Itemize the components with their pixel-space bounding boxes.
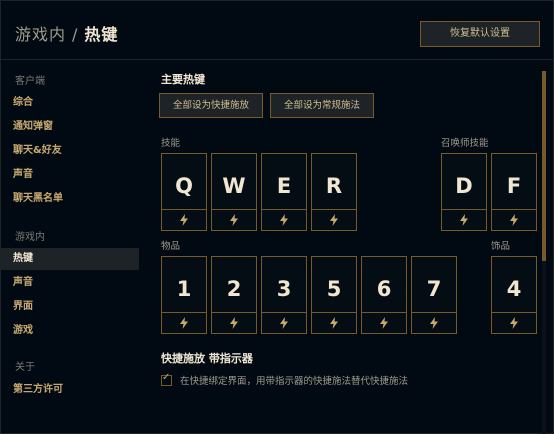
lightning-bolt-icon[interactable] — [262, 210, 306, 230]
lightning-bolt-icon[interactable] — [412, 313, 456, 333]
scrollbar[interactable] — [542, 71, 546, 434]
item-key-5[interactable]: 5 — [311, 256, 357, 334]
breadcrumb-parent[interactable]: 游戏内 — [15, 25, 66, 44]
breadcrumb: 游戏内 / 热键 — [15, 21, 118, 45]
sidebar-item-game[interactable]: 游戏 — [1, 320, 139, 342]
abilities-label: 技能 — [161, 138, 181, 149]
ability-key-r[interactable]: R — [311, 153, 357, 231]
lightning-bolt-icon[interactable] — [362, 313, 406, 333]
key-label: 5 — [326, 277, 342, 301]
key-label: Q — [175, 174, 193, 198]
quickcast-indicator-checkbox[interactable]: ✓ — [161, 371, 172, 386]
quickcast-indicator-label: 在快捷绑定界面，用带指示器的快捷施法替代快捷施法 — [180, 376, 409, 387]
key-label: F — [506, 174, 522, 198]
quickcast-indicator-heading: 快捷施放 带指示器 — [161, 352, 253, 365]
item-key-6[interactable]: 6 — [361, 256, 407, 334]
main-hotkeys-heading: 主要热键 — [161, 73, 205, 86]
key-label: 3 — [276, 277, 292, 301]
set-all-quickcast-button[interactable]: 全部设为快捷施放 — [159, 93, 263, 118]
key-label: D — [455, 174, 473, 198]
sidebar-section-about: 关于 — [15, 362, 35, 373]
lightning-bolt-icon[interactable] — [492, 210, 536, 230]
item-key-1[interactable]: 1 — [161, 256, 207, 334]
lightning-bolt-icon[interactable] — [492, 313, 536, 333]
key-label: 6 — [376, 277, 392, 301]
ability-key-e[interactable]: E — [261, 153, 307, 231]
sidebar-section-ingame: 游戏内 — [15, 232, 45, 243]
ability-key-w[interactable]: W — [211, 153, 257, 231]
sidebar-item-notifications[interactable]: 通知弹窗 — [1, 116, 139, 138]
summoner-key-f[interactable]: F — [491, 153, 537, 231]
key-label: E — [276, 174, 292, 198]
scrollbar-thumb[interactable] — [542, 71, 546, 261]
quickcast-indicator-option[interactable]: ✓ 在快捷绑定界面，用带指示器的快捷施法替代快捷施法 — [161, 371, 409, 387]
key-label: 4 — [506, 277, 522, 301]
sidebar: 客户端 综合 通知弹窗 聊天&好友 声音 聊天黑名单 游戏内 热键 声音 界面 … — [1, 60, 139, 433]
key-label: W — [222, 174, 246, 198]
sidebar-item-client-sound[interactable]: 声音 — [1, 164, 139, 186]
sidebar-item-third-party-licenses[interactable]: 第三方许可 — [1, 379, 139, 401]
summoner-spells-label: 召唤师技能 — [441, 138, 489, 149]
lightning-bolt-icon[interactable] — [162, 313, 206, 333]
key-label: 1 — [176, 277, 192, 301]
sidebar-item-hotkeys[interactable]: 热键 — [1, 248, 139, 270]
sidebar-item-general[interactable]: 综合 — [1, 92, 139, 114]
item-key-7[interactable]: 7 — [411, 256, 457, 334]
hotkeys-panel: 主要热键 全部设为快捷施放 全部设为常规施法 技能 召唤师技能 Q W E R … — [159, 60, 541, 433]
sidebar-section-client: 客户端 — [15, 76, 45, 87]
lightning-bolt-icon[interactable] — [312, 210, 356, 230]
lightning-bolt-icon[interactable] — [312, 313, 356, 333]
key-label: 2 — [226, 277, 242, 301]
settings-window: 游戏内 / 热键 恢复默认设置 客户端 综合 通知弹窗 聊天&好友 声音 聊天黑名单… — [0, 0, 554, 434]
key-label: 7 — [426, 277, 442, 301]
restore-defaults-button[interactable]: 恢复默认设置 — [420, 21, 540, 47]
items-label: 物品 — [161, 241, 181, 252]
sidebar-item-chat-blacklist[interactable]: 聊天黑名单 — [1, 188, 139, 210]
sidebar-item-ingame-sound[interactable]: 声音 — [1, 272, 139, 294]
item-key-2[interactable]: 2 — [211, 256, 257, 334]
trinket-key-4[interactable]: 4 — [491, 256, 537, 334]
ability-key-q[interactable]: Q — [161, 153, 207, 231]
set-all-normalcast-button[interactable]: 全部设为常规施法 — [270, 93, 374, 118]
check-icon: ✓ — [162, 371, 171, 383]
key-label: R — [325, 174, 343, 198]
lightning-bolt-icon[interactable] — [442, 210, 486, 230]
lightning-bolt-icon[interactable] — [162, 210, 206, 230]
sidebar-item-chat-friends[interactable]: 聊天&好友 — [1, 140, 139, 162]
breadcrumb-separator: / — [72, 25, 79, 44]
lightning-bolt-icon[interactable] — [212, 210, 256, 230]
page-title: 热键 — [84, 25, 119, 44]
lightning-bolt-icon[interactable] — [262, 313, 306, 333]
lightning-bolt-icon[interactable] — [212, 313, 256, 333]
trinket-label: 饰品 — [491, 241, 511, 252]
summoner-key-d[interactable]: D — [441, 153, 487, 231]
item-key-3[interactable]: 3 — [261, 256, 307, 334]
sidebar-item-interface[interactable]: 界面 — [1, 296, 139, 318]
